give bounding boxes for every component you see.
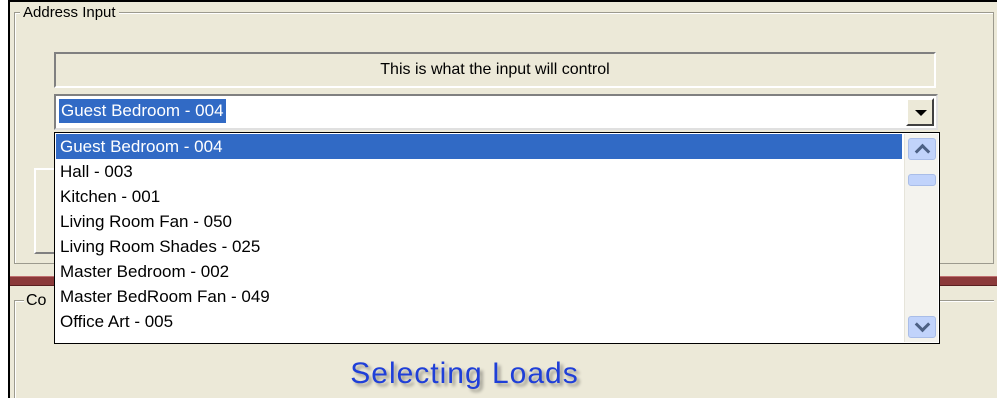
dropdown-items: Guest Bedroom - 004 Hall - 003 Kitchen - 0… (56, 134, 902, 334)
caption-text: Selecting Loads (350, 357, 579, 390)
load-combo-box[interactable]: Guest Bedroom - 004 (54, 94, 938, 130)
dropdown-scrollbar[interactable] (904, 134, 938, 342)
window-top-border (10, 0, 997, 2)
dropdown-item[interactable]: Hall - 003 (56, 159, 902, 184)
scroll-up-button[interactable] (908, 138, 936, 160)
control-target-header: This is what the input will control (54, 52, 936, 88)
chevron-up-icon (914, 143, 931, 160)
dropdown-item[interactable]: Guest Bedroom - 004 (56, 134, 902, 159)
scroll-thumb[interactable] (908, 174, 936, 186)
dropdown-item[interactable]: Master Bedroom - 002 (56, 259, 902, 284)
scroll-down-button[interactable] (908, 316, 936, 338)
dropdown-item[interactable]: Office Art - 005 (56, 309, 902, 334)
chevron-down-icon (914, 316, 931, 333)
screenshot-stage: Address Input This is what the input wil… (0, 0, 997, 398)
second-group-label: Co (24, 292, 58, 310)
dropdown-item[interactable]: Living Room Shades - 025 (56, 234, 902, 259)
caption-title: Selecting Loads (0, 354, 997, 394)
combo-dropdown-button[interactable] (906, 98, 934, 126)
load-dropdown-list[interactable]: Guest Bedroom - 004 Hall - 003 Kitchen - 0… (54, 132, 940, 344)
chevron-down-icon (915, 110, 927, 116)
dropdown-item[interactable]: Living Room Fan - 050 (56, 209, 902, 234)
dropdown-item[interactable]: Master BedRoom Fan - 049 (56, 284, 902, 309)
dropdown-item[interactable]: Kitchen - 001 (56, 184, 902, 209)
address-input-group-label: Address Input (20, 4, 119, 22)
combo-selected-value[interactable]: Guest Bedroom - 004 (58, 98, 227, 124)
